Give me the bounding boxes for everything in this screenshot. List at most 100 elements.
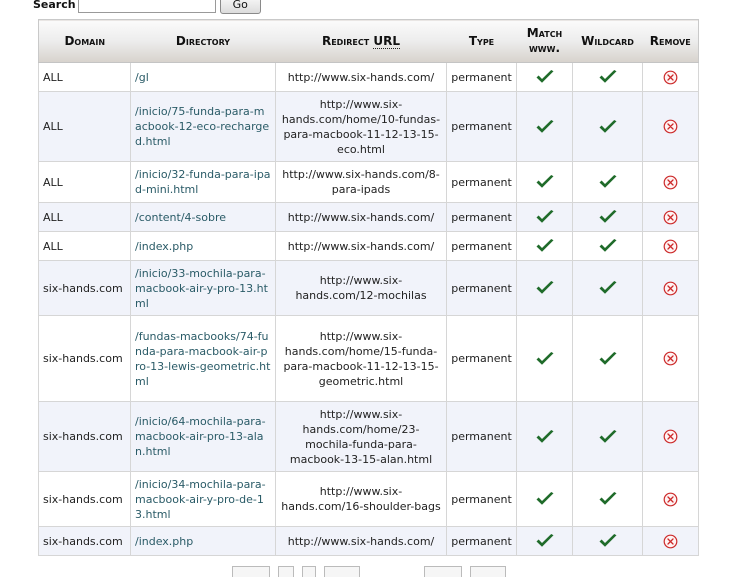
remove-cell — [642, 260, 699, 316]
check-icon — [598, 238, 618, 254]
match-www-cell — [516, 91, 573, 162]
search-label: Search — [33, 0, 76, 11]
search-input[interactable] — [77, 0, 216, 13]
redirect-url-cell: http://www.six-hands.com/ — [275, 526, 447, 556]
go-button[interactable]: Go — [219, 0, 261, 14]
table-row: six-hands.com/index.php http://www.six-ha… — [38, 526, 699, 556]
table-row: six-hands.com/fundas-macbooks/74-funda-p… — [38, 315, 699, 402]
type-cell: permanent — [446, 526, 517, 556]
remove-icon[interactable] — [663, 429, 678, 444]
match-www-cell — [516, 526, 573, 556]
remove-icon[interactable] — [663, 239, 678, 254]
type-cell: permanent — [446, 231, 517, 261]
remove-icon[interactable] — [663, 175, 678, 190]
header-wildcard[interactable]: Wildcard — [572, 19, 643, 63]
remove-cell — [642, 401, 699, 472]
remove-cell — [642, 471, 699, 527]
check-icon — [598, 69, 618, 85]
remove-icon[interactable] — [663, 351, 678, 366]
match-www-cell — [516, 401, 573, 472]
remove-icon[interactable] — [663, 492, 678, 507]
remove-cell — [642, 526, 699, 556]
directory-cell: /gl — [130, 62, 276, 92]
match-www-cell — [516, 62, 573, 92]
header-redirect-url[interactable]: Redirect URL — [275, 19, 447, 63]
header-directory[interactable]: Directory — [130, 19, 276, 63]
remove-icon[interactable] — [663, 119, 678, 134]
remove-icon[interactable] — [663, 70, 678, 85]
table-header-row: Domain Directory Redirect URL Type Match… — [38, 19, 699, 63]
domain-cell: ALL — [38, 161, 131, 203]
type-cell: permanent — [446, 401, 517, 472]
check-icon — [598, 119, 618, 135]
check-icon — [598, 209, 618, 225]
redirect-url-cell: http://www.six-hands.com/ — [275, 202, 447, 232]
check-icon — [535, 69, 555, 85]
domain-cell: ALL — [38, 91, 131, 162]
directory-cell: /inicio/75-funda-para-macbook-12-eco-rec… — [130, 91, 276, 162]
match-www-cell — [516, 231, 573, 261]
check-icon — [598, 491, 618, 507]
search-bar: Search Go — [33, 0, 261, 14]
domain-cell: six-hands.com — [38, 260, 131, 316]
domain-cell: six-hands.com — [38, 401, 131, 472]
check-icon — [535, 119, 555, 135]
header-domain[interactable]: Domain — [38, 19, 131, 63]
remove-cell — [642, 231, 699, 261]
header-url-abbr: URL — [373, 33, 401, 49]
check-icon — [535, 429, 555, 445]
table-row: ALL/inicio/32-funda-para-ipad-mini.html h… — [38, 161, 699, 203]
table-row: ALL/gl http://www.six-hands.com/permanent — [38, 62, 699, 92]
wildcard-cell — [572, 91, 643, 162]
redirect-url-cell: http://www.six-hands.com/16-shoulder-bag… — [275, 471, 447, 527]
directory-cell: /index.php — [130, 526, 276, 556]
redirect-url-cell: http://www.six-hands.com/12-mochilas — [275, 260, 447, 316]
domain-cell: six-hands.com — [38, 526, 131, 556]
wildcard-cell — [572, 315, 643, 402]
header-type[interactable]: Type — [446, 19, 517, 63]
check-icon — [598, 533, 618, 549]
check-icon — [598, 174, 618, 190]
header-remove: Remove — [642, 19, 699, 63]
table-row: ALL/index.php http://www.six-hands.com/pe… — [38, 231, 699, 261]
wildcard-cell — [572, 471, 643, 527]
match-www-cell — [516, 260, 573, 316]
wildcard-cell — [572, 526, 643, 556]
table-row: ALL/inicio/75-funda-para-macbook-12-eco-… — [38, 91, 699, 162]
header-match-www[interactable]: Match www. — [516, 19, 573, 63]
check-icon — [598, 280, 618, 296]
domain-cell: six-hands.com — [38, 315, 131, 402]
check-icon — [535, 280, 555, 296]
check-icon — [598, 351, 618, 367]
match-www-cell — [516, 161, 573, 203]
remove-icon[interactable] — [663, 534, 678, 549]
check-icon — [535, 351, 555, 367]
directory-cell: /inicio/64-mochila-para-macbook-air-pro-… — [130, 401, 276, 472]
wildcard-cell — [572, 62, 643, 92]
remove-icon[interactable] — [663, 281, 678, 296]
remove-cell — [642, 62, 699, 92]
wildcard-cell — [572, 260, 643, 316]
redirect-url-cell: http://www.six-hands.com/home/23-mochila… — [275, 401, 447, 472]
directory-cell: /inicio/34-mochila-para-macbook-air-y-pr… — [130, 471, 276, 527]
type-cell: permanent — [446, 315, 517, 402]
wildcard-cell — [572, 202, 643, 232]
directory-cell: /inicio/32-funda-para-ipad-mini.html — [130, 161, 276, 203]
remove-cell — [642, 91, 699, 162]
match-www-cell — [516, 202, 573, 232]
directory-cell: /index.php — [130, 231, 276, 261]
table-row: six-hands.com/inicio/34-mochila-para-mac… — [38, 471, 699, 527]
type-cell: permanent — [446, 202, 517, 232]
wildcard-cell — [572, 401, 643, 472]
check-icon — [535, 174, 555, 190]
wildcard-cell — [572, 231, 643, 261]
type-cell: permanent — [446, 260, 517, 316]
match-www-cell — [516, 471, 573, 527]
remove-cell — [642, 161, 699, 203]
check-icon — [535, 238, 555, 254]
redirect-url-cell: http://www.six-hands.com/ — [275, 62, 447, 92]
remove-icon[interactable] — [663, 210, 678, 225]
check-icon — [535, 491, 555, 507]
redirect-url-cell: http://www.six-hands.com/8-para-ipads — [275, 161, 447, 203]
redirect-url-cell: http://www.six-hands.com/home/10-fundas-… — [275, 91, 447, 162]
